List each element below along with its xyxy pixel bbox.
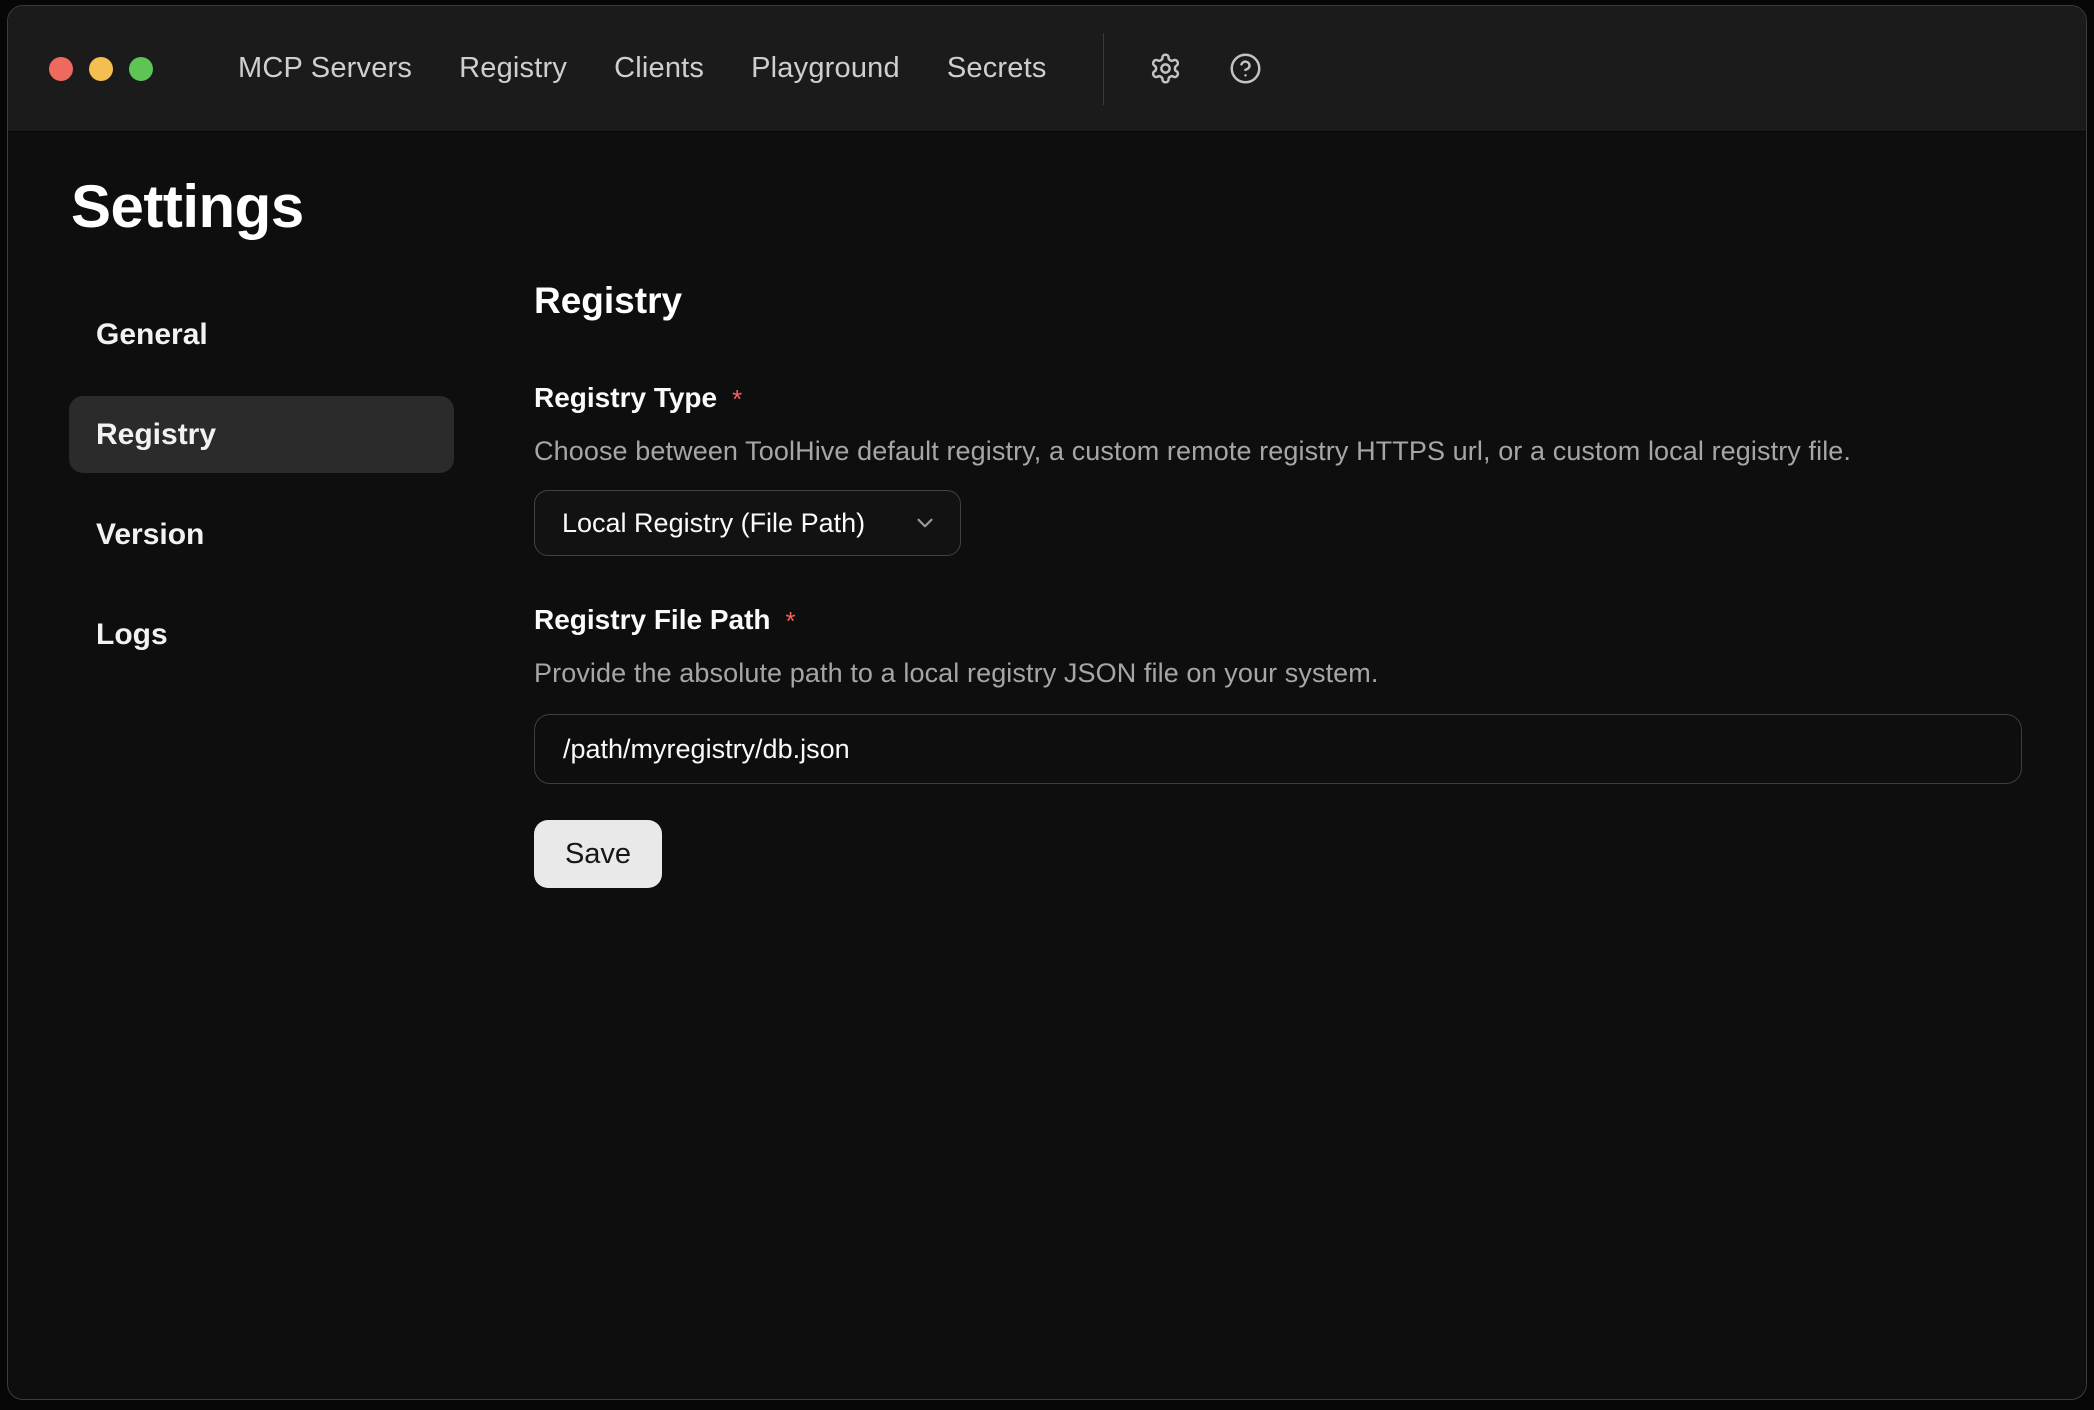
- registry-file-path-field: Registry File Path * Provide the absolut…: [534, 602, 2022, 784]
- registry-type-label: Registry Type: [534, 380, 717, 416]
- sidebar-item-version[interactable]: Version: [69, 496, 454, 573]
- zoom-button[interactable]: [129, 57, 153, 81]
- settings-layout: General Registry Version Logs Registry R…: [8, 244, 2086, 888]
- registry-type-select-value: Local Registry (File Path): [562, 508, 865, 539]
- page-title: Settings: [71, 170, 2086, 244]
- chevron-down-icon: [912, 510, 938, 536]
- titlebar-icons: [1144, 47, 1268, 91]
- titlebar-divider: [1103, 33, 1104, 105]
- section-heading: Registry: [534, 278, 2022, 324]
- sidebar-item-registry[interactable]: Registry: [69, 396, 454, 473]
- sidebar-item-general[interactable]: General: [69, 296, 454, 373]
- nav-playground[interactable]: Playground: [751, 52, 900, 85]
- nav-registry[interactable]: Registry: [459, 52, 567, 85]
- titlebar: MCP Servers Registry Clients Playground …: [8, 6, 2086, 132]
- registry-file-path-input[interactable]: [534, 714, 2022, 784]
- settings-sidebar: General Registry Version Logs: [69, 296, 454, 673]
- registry-type-select[interactable]: Local Registry (File Path): [534, 490, 961, 556]
- top-nav: MCP Servers Registry Clients Playground …: [238, 52, 1047, 85]
- settings-gear-button[interactable]: [1144, 47, 1188, 91]
- nav-secrets[interactable]: Secrets: [947, 52, 1047, 85]
- nav-clients[interactable]: Clients: [614, 52, 704, 85]
- app-window: MCP Servers Registry Clients Playground …: [7, 5, 2087, 1400]
- save-button[interactable]: Save: [534, 820, 662, 888]
- registry-type-description: Choose between ToolHive default registry…: [534, 434, 2022, 468]
- settings-content: Registry Registry Type * Choose between …: [534, 278, 2022, 888]
- sidebar-item-logs[interactable]: Logs: [69, 596, 454, 673]
- traffic-lights: [49, 57, 153, 81]
- gear-icon: [1149, 52, 1182, 85]
- help-circle-icon: [1229, 52, 1262, 85]
- required-asterisk: *: [786, 602, 796, 637]
- help-button[interactable]: [1224, 47, 1268, 91]
- registry-file-path-label: Registry File Path: [534, 602, 771, 638]
- required-asterisk: *: [732, 380, 742, 415]
- close-button[interactable]: [49, 57, 73, 81]
- minimize-button[interactable]: [89, 57, 113, 81]
- registry-file-path-description: Provide the absolute path to a local reg…: [534, 656, 2022, 690]
- nav-mcp-servers[interactable]: MCP Servers: [238, 52, 412, 85]
- registry-type-field: Registry Type * Choose between ToolHive …: [534, 380, 2022, 556]
